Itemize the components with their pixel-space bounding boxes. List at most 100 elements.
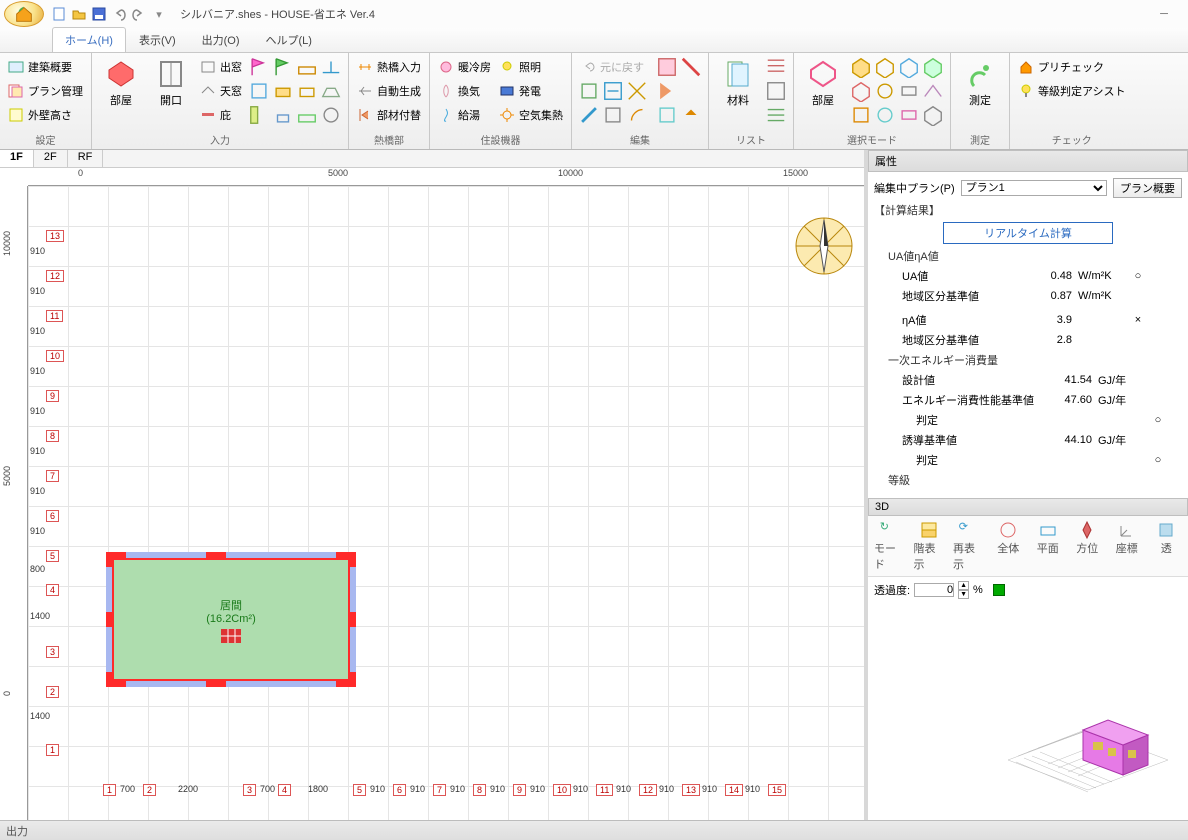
app-logo[interactable] [4, 1, 44, 27]
edit-icon-6[interactable] [626, 104, 648, 126]
3d-redisplay-button[interactable]: ⟳再表示 [953, 520, 985, 572]
btn-skylight[interactable]: 天窓 [198, 80, 244, 102]
3d-dir-button[interactable]: 方位 [1072, 520, 1104, 556]
sel-icon-10[interactable] [874, 104, 896, 126]
sel-icon-9[interactable] [850, 104, 872, 126]
sel-icon-3[interactable] [898, 56, 920, 78]
edit-icon-10[interactable] [656, 104, 678, 126]
tool-icon-c[interactable] [296, 80, 318, 102]
attr-panel-body: 編集中プラン(P) プラン1 プラン概要 【計算結果】 リアルタイム計算 UA値… [868, 172, 1188, 498]
btn-hotwater[interactable]: 給湯 [436, 104, 493, 126]
btn-eaves[interactable]: 庇 [198, 104, 244, 126]
qat-new-icon[interactable] [50, 5, 68, 23]
list-icon-1[interactable] [765, 56, 787, 78]
opacity-input[interactable] [914, 583, 954, 597]
sel-icon-12[interactable] [922, 104, 944, 126]
floor-tab-2f[interactable]: 2F [34, 150, 68, 167]
opacity-up[interactable]: ▲ [958, 581, 969, 590]
edit-icon-7[interactable] [656, 56, 678, 78]
btn-bay-window[interactable]: 出窓 [198, 56, 244, 78]
ribbon-group-settings: 建築概要 プラン管理 外壁高さ 設定 [0, 53, 92, 149]
tool-icon-b[interactable] [272, 80, 294, 102]
tool-icon-f[interactable] [272, 104, 294, 126]
floor-tab-rf[interactable]: RF [68, 150, 104, 167]
qat-open-icon[interactable] [70, 5, 88, 23]
btn-light[interactable]: 照明 [497, 56, 565, 78]
btn-opening[interactable]: 開口 [148, 56, 194, 130]
canvas-area[interactable]: 1F 2F RF 0 5000 10000 15000 0 5000 10000… [0, 150, 868, 820]
drawing-grid[interactable]: 13910 12910 11910 10910 9910 8910 7910 6… [28, 186, 864, 820]
3d-viewport[interactable] [998, 670, 1178, 810]
edit-icon-3[interactable] [626, 80, 648, 102]
btn-pv[interactable]: 発電 [497, 80, 565, 102]
btn-room[interactable]: 部屋 [98, 56, 144, 130]
sel-icon-6[interactable] [874, 80, 896, 102]
3d-trans-button[interactable]: 透 [1151, 520, 1183, 556]
btn-precheck[interactable]: プリチェック [1016, 56, 1128, 78]
sel-icon-8[interactable] [922, 80, 944, 102]
sel-icon-11[interactable] [898, 104, 920, 126]
tab-home[interactable]: ホーム(H) [52, 27, 126, 52]
sel-icon-5[interactable] [850, 80, 872, 102]
plan-overview-button[interactable]: プラン概要 [1113, 178, 1182, 198]
ribbon-group-bridge: 熱橋入力 自動生成 部材付替 熱橋部 [349, 53, 430, 149]
tab-view[interactable]: 表示(V) [126, 27, 189, 52]
btn-building-overview[interactable]: 建築概要 [6, 56, 85, 78]
btn-plan-manage[interactable]: プラン管理 [6, 80, 85, 102]
ribbon-group-input: 部屋 開口 出窓 天窓 庇 入力 [92, 53, 349, 149]
opacity-down[interactable]: ▼ [958, 590, 969, 599]
btn-measure[interactable]: 測定 [957, 56, 1003, 130]
tool-icon-a[interactable] [248, 80, 270, 102]
shape-icon-1[interactable] [296, 56, 318, 78]
sel-icon-1[interactable] [850, 56, 872, 78]
btn-material-swap[interactable]: 部材付替 [355, 104, 423, 126]
floor-tab-1f[interactable]: 1F [0, 150, 34, 167]
edit-icon-5[interactable] [602, 104, 624, 126]
3d-mode-button[interactable]: ↻モード [874, 520, 906, 572]
flag-pink-icon[interactable] [248, 56, 270, 78]
plan-select[interactable]: プラン1 [961, 180, 1107, 196]
btn-material[interactable]: 材料 [715, 56, 761, 130]
btn-solar-air[interactable]: 空気集熱 [497, 104, 565, 126]
edit-icon-1[interactable] [578, 80, 600, 102]
edit-icon-4[interactable] [578, 104, 600, 126]
qat-save-icon[interactable] [90, 5, 108, 23]
opacity-swatch[interactable] [993, 584, 1005, 596]
qat-dropdown-icon[interactable]: ▾ [150, 5, 168, 23]
3d-floor-button[interactable]: 階表示 [914, 520, 946, 572]
3d-plan-button[interactable]: 平面 [1032, 520, 1064, 556]
tab-help[interactable]: ヘルプ(L) [253, 27, 325, 52]
tool-icon-e[interactable] [248, 104, 270, 126]
minimize-button[interactable]: ─ [1144, 8, 1184, 20]
btn-hvac[interactable]: 暖冷房 [436, 56, 493, 78]
btn-sel-room[interactable]: 部屋 [800, 56, 846, 130]
btn-vent[interactable]: 換気 [436, 80, 493, 102]
tool-icon-g[interactable] [296, 104, 318, 126]
btn-auto-gen[interactable]: 自動生成 [355, 80, 423, 102]
tool-icon-d[interactable] [320, 80, 342, 102]
btn-undo[interactable]: 元に戻す [578, 56, 648, 78]
flag-green-icon[interactable] [272, 56, 294, 78]
btn-wall-height[interactable]: 外壁高さ [6, 104, 85, 126]
edit-icon-9[interactable] [656, 80, 678, 102]
sel-icon-7[interactable] [898, 80, 920, 102]
sel-icon-4[interactable] [922, 56, 944, 78]
sel-icon-2[interactable] [874, 56, 896, 78]
edit-icon-2[interactable] [602, 80, 624, 102]
list-icon-3[interactable] [765, 104, 787, 126]
3d-all-button[interactable]: 全体 [993, 520, 1025, 556]
tool-icon-h[interactable] [320, 104, 342, 126]
list-icon-2[interactable] [765, 80, 787, 102]
btn-grade-assist[interactable]: 等級判定アシスト [1016, 80, 1128, 102]
3d-coord-button[interactable]: 座標 [1111, 520, 1143, 556]
qat-undo-icon[interactable] [110, 5, 128, 23]
btn-bridge-input[interactable]: 熱橋入力 [355, 56, 423, 78]
room-shape[interactable]: 居間 (16.2Cm²) [106, 552, 356, 687]
realtime-calc-button[interactable]: リアルタイム計算 [943, 222, 1113, 244]
edit-icon-11[interactable] [680, 104, 702, 126]
edit-icon-8[interactable] [680, 56, 702, 78]
editing-plan-label: 編集中プラン(P) [874, 180, 955, 196]
shape-icon-2[interactable] [320, 56, 342, 78]
tab-output[interactable]: 出力(O) [189, 27, 253, 52]
qat-redo-icon[interactable] [130, 5, 148, 23]
